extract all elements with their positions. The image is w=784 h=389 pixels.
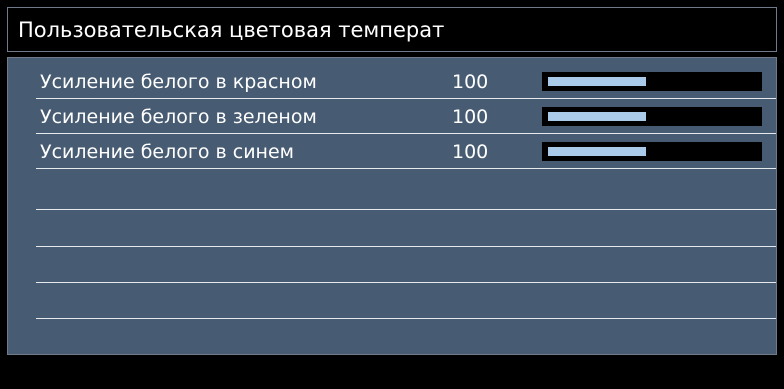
red-gain-value: 100	[452, 71, 489, 93]
settings-panel: Усиление белого в красном 100 Усиление б…	[7, 57, 777, 355]
blue-gain-label: Усиление белого в синем	[40, 141, 295, 163]
empty-row-divider	[36, 318, 776, 319]
row-divider	[36, 168, 776, 169]
empty-row-divider	[36, 282, 776, 283]
green-gain-label: Усиление белого в зеленом	[40, 106, 317, 128]
red-gain-slider-fill	[548, 77, 646, 86]
blue-gain-slider[interactable]	[542, 142, 762, 161]
row-divider	[36, 133, 776, 134]
blue-gain-slider-fill	[548, 147, 646, 156]
empty-row-divider	[36, 246, 776, 247]
setting-row-red-gain[interactable]: Усиление белого в красном 100	[36, 67, 776, 99]
green-gain-slider-fill	[548, 112, 646, 121]
red-gain-label: Усиление белого в красном	[40, 71, 317, 93]
green-gain-slider[interactable]	[542, 107, 762, 126]
empty-row-divider	[36, 209, 776, 210]
blue-gain-value: 100	[452, 141, 489, 163]
row-divider	[36, 98, 776, 99]
osd-menu: Пользовательская цветовая температ Усиле…	[0, 0, 784, 389]
menu-title-bar: Пользовательская цветовая температ	[7, 7, 777, 52]
green-gain-value: 100	[452, 106, 489, 128]
red-gain-slider[interactable]	[542, 72, 762, 91]
menu-footer-bar	[0, 355, 784, 389]
setting-row-green-gain[interactable]: Усиление белого в зеленом 100	[36, 102, 776, 134]
menu-title: Пользовательская цветовая температ	[18, 18, 445, 42]
setting-row-blue-gain[interactable]: Усиление белого в синем 100	[36, 137, 776, 169]
